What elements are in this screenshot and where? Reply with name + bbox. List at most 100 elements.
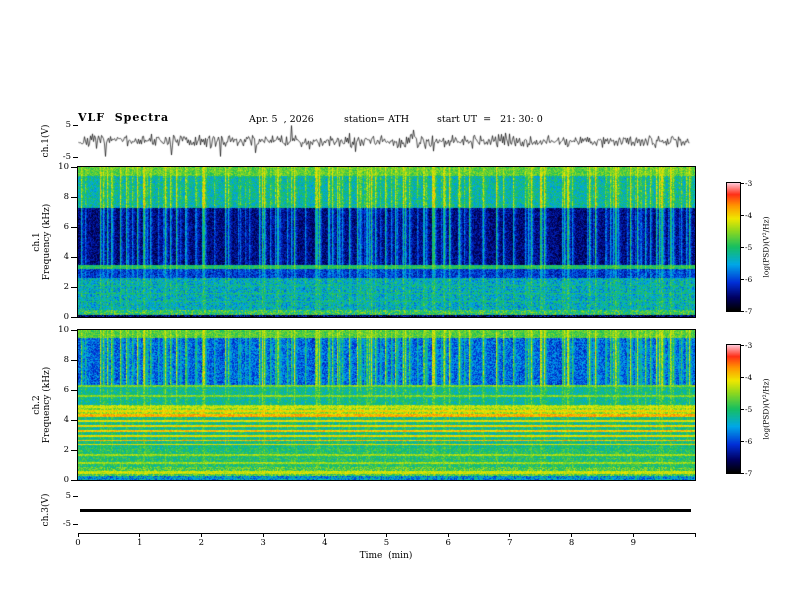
ch1-spec-ytick-label: 6 [63, 222, 69, 232]
colorbar-2-tick-label: -6 [745, 436, 753, 446]
x-tick-label: 1 [136, 538, 143, 548]
ch2-spec-ytick [71, 449, 77, 451]
ch2-spec-ytick-label: 4 [63, 415, 69, 425]
x-tick-label: 4 [322, 538, 328, 548]
ch1-spec-ytick [71, 226, 77, 228]
time-axis-line [78, 533, 696, 534]
x-tick-label: 7 [507, 538, 513, 548]
x-tick [77, 533, 79, 537]
colorbar-2-tick [740, 408, 744, 410]
page-title: VLF Spectra [78, 111, 170, 124]
ch1-spec-frequency-label: Frequency (kHz) [42, 203, 52, 281]
colorbar-2-label: log(PSD)(V²/Hz) [761, 378, 771, 440]
ch1-spec-ytick-label: 4 [63, 252, 69, 262]
colorbar-1-tick-label: -5 [745, 242, 753, 252]
ch3-wave-ytick [73, 495, 78, 497]
vlf-spectra-figure: VLF Spectra Apr. 5 , 2026 station= ATH s… [0, 0, 792, 612]
colorbar-1-label: log(PSD)(V²/Hz) [761, 216, 771, 278]
ch2-spec-axis-label: ch.2 Frequency (kHz) [32, 367, 52, 444]
colorbar-2 [727, 345, 740, 473]
colorbar-2-tick-label: -7 [745, 468, 753, 478]
colorbar-1-frame [726, 182, 741, 312]
colorbar-2-tick [740, 376, 744, 378]
colorbar-2-tick [740, 440, 744, 442]
ch3-wave-ytick-label: -5 [62, 519, 71, 529]
ch1-spec-ytick [71, 286, 77, 288]
x-tick [571, 533, 573, 537]
colorbar-2-tick [740, 344, 744, 346]
x-tick-label: 3 [260, 538, 266, 548]
ch2-spec-ytick [71, 329, 77, 331]
ch1-waveform-plot [78, 125, 695, 157]
ch1-spec-ytick [71, 196, 77, 198]
colorbar-2-tick-label: -4 [745, 372, 753, 382]
ch1-spec-ytick-label: 8 [63, 192, 69, 202]
x-tick [632, 533, 634, 537]
colorbar-1 [727, 183, 740, 311]
colorbar-1-tick [740, 182, 744, 184]
colorbar-1-tick [740, 246, 744, 248]
ch3-wave-ytick-label: 5 [65, 491, 71, 501]
ch1-spectrogram-frame [77, 166, 696, 318]
ch1-spec-ytick [71, 166, 77, 168]
station-label: station= ATH [344, 114, 409, 125]
ch2-spec-ytick [71, 359, 77, 361]
colorbar-1-tick-label: -3 [745, 178, 753, 188]
x-tick-label: 9 [630, 538, 636, 548]
x-tick-label: 6 [445, 538, 451, 548]
x-tick [694, 533, 696, 537]
colorbar-1-tick [740, 214, 744, 216]
ch1-wave-ytick [73, 156, 78, 158]
ch1-voltage-axis-label: ch.1(V) [41, 124, 51, 158]
date-label: Apr. 5 , 2026 [249, 114, 314, 125]
colorbar-1-tick [740, 310, 744, 312]
ch2-spectrogram [78, 330, 695, 480]
colorbar-1-tick [740, 278, 744, 280]
ch3-voltage-axis-label: ch.3(V) [41, 493, 51, 527]
time-axis-label: Time (min) [359, 551, 413, 561]
ch1-spec-ytick [71, 256, 77, 258]
ch2-spec-frequency-label: Frequency (kHz) [42, 366, 52, 444]
x-tick-label: 0 [75, 538, 81, 548]
ch1-spec-channel-label: ch.1 [32, 232, 42, 252]
ch3-flat-trace [80, 509, 691, 512]
x-tick-label: 8 [568, 538, 575, 548]
ch1-spec-ytick [71, 316, 77, 318]
start-ut-label: start UT = 21: 30: 0 [437, 114, 543, 125]
ch2-spec-channel-label: ch.2 [32, 395, 42, 415]
ch2-spec-ytick-label: 10 [58, 325, 69, 335]
ch1-spec-ytick-label: 10 [58, 162, 69, 172]
ch2-spectrogram-frame [77, 329, 696, 481]
colorbar-2-tick-label: -5 [745, 404, 753, 414]
x-tick [262, 533, 264, 537]
x-tick [324, 533, 326, 537]
x-tick [509, 533, 511, 537]
ch3-wave-ytick [73, 523, 78, 525]
colorbar-2-tick [740, 472, 744, 474]
x-tick [200, 533, 202, 537]
ch2-spec-ytick [71, 389, 77, 391]
ch1-spec-axis-label: ch.1 Frequency (kHz) [32, 204, 52, 281]
ch1-spectrogram [78, 167, 695, 317]
ch1-spec-ytick-label: 0 [63, 312, 69, 322]
x-tick-label: 5 [383, 538, 390, 548]
ch2-spec-ytick [71, 479, 77, 481]
ch2-spec-ytick [71, 419, 77, 421]
ch2-spec-ytick-label: 8 [63, 355, 69, 365]
ch1-wave-ytick [73, 124, 78, 126]
x-tick [386, 533, 387, 537]
ch1-wave-ytick-label: 5 [65, 120, 71, 130]
colorbar-2-frame [726, 344, 741, 474]
ch2-spec-ytick-label: 2 [63, 445, 69, 455]
colorbar-1-tick-label: -7 [745, 306, 753, 316]
ch1-spec-ytick-label: 2 [63, 282, 69, 292]
ch1-wave-ytick-label: -5 [62, 152, 71, 162]
x-tick [139, 533, 141, 537]
ch2-spec-ytick-label: 0 [63, 475, 69, 485]
x-tick-label: 2 [198, 538, 205, 548]
colorbar-1-tick-label: -4 [745, 210, 753, 220]
colorbar-2-tick-label: -3 [745, 340, 753, 350]
ch2-spec-ytick-label: 6 [63, 385, 69, 395]
colorbar-1-tick-label: -6 [745, 274, 753, 284]
x-tick [447, 533, 449, 537]
